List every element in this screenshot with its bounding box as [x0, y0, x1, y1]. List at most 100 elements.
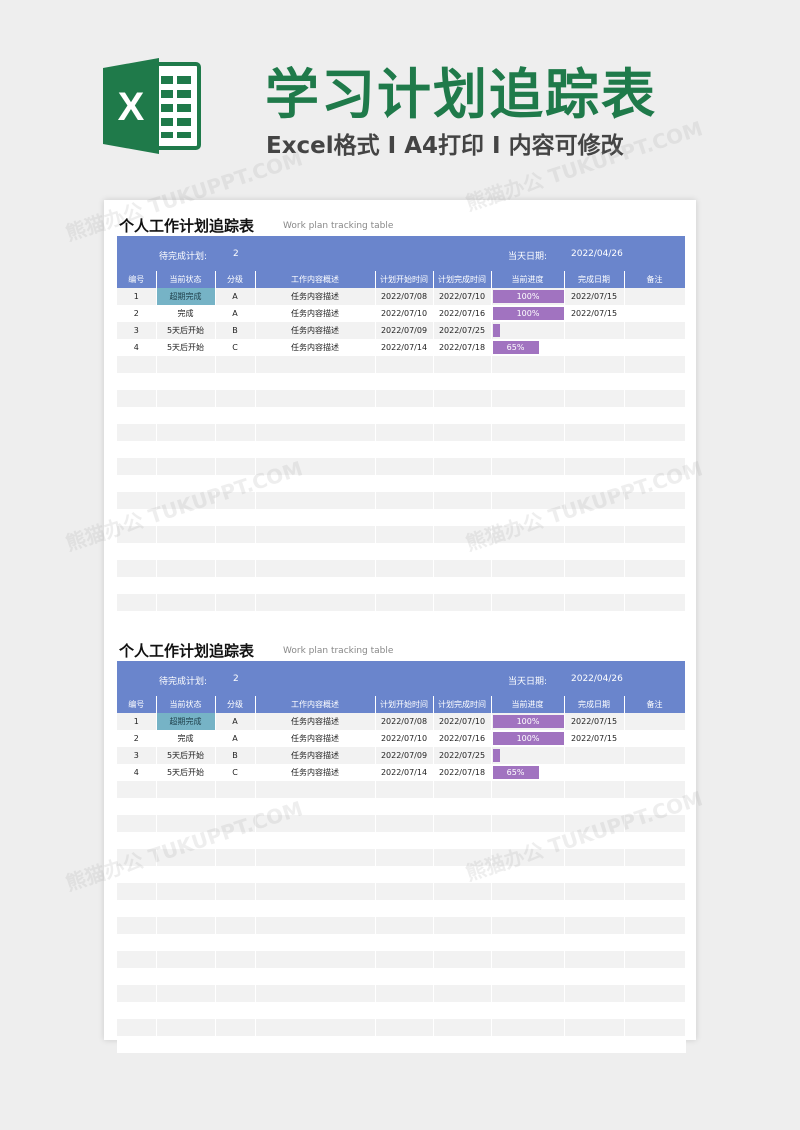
column-header[interactable]: 备注 [624, 696, 686, 713]
empty-cell[interactable] [433, 390, 492, 407]
empty-cell[interactable] [215, 475, 256, 492]
empty-cell[interactable] [433, 985, 492, 1002]
empty-cell[interactable] [215, 951, 256, 968]
empty-cell[interactable] [433, 849, 492, 866]
empty-cell[interactable] [375, 356, 434, 373]
cell-state[interactable]: 完成 [156, 305, 216, 322]
column-header[interactable]: 完成日期 [564, 696, 625, 713]
empty-cell[interactable] [156, 849, 216, 866]
empty-cell[interactable] [156, 509, 216, 526]
empty-cell[interactable] [156, 475, 216, 492]
empty-cell[interactable] [215, 441, 256, 458]
empty-cell[interactable] [215, 407, 256, 424]
empty-cell[interactable] [156, 424, 216, 441]
empty-cell[interactable] [491, 815, 565, 832]
empty-cell[interactable] [375, 577, 434, 594]
column-header[interactable]: 编号 [117, 271, 157, 288]
empty-cell[interactable] [375, 781, 434, 798]
cell-done[interactable] [564, 747, 625, 764]
empty-cell[interactable] [564, 781, 625, 798]
empty-cell[interactable] [433, 917, 492, 934]
cell-note[interactable] [624, 322, 686, 339]
empty-cell[interactable] [156, 526, 216, 543]
empty-cell[interactable] [433, 441, 492, 458]
empty-cell[interactable] [255, 492, 376, 509]
empty-cell[interactable] [156, 968, 216, 985]
empty-cell[interactable] [375, 373, 434, 390]
empty-cell[interactable] [255, 509, 376, 526]
empty-cell[interactable] [491, 917, 565, 934]
cell-done[interactable] [564, 339, 625, 356]
empty-cell[interactable] [624, 441, 686, 458]
empty-cell[interactable] [255, 543, 376, 560]
empty-cell[interactable] [117, 917, 157, 934]
cell-state[interactable]: 完成 [156, 730, 216, 747]
cell-end[interactable]: 2022/07/10 [433, 288, 492, 305]
empty-cell[interactable] [117, 1002, 157, 1019]
cell-start[interactable]: 2022/07/09 [375, 747, 434, 764]
empty-cell[interactable] [255, 1036, 376, 1053]
empty-cell[interactable] [564, 798, 625, 815]
empty-cell[interactable] [624, 1019, 686, 1036]
empty-cell[interactable] [375, 441, 434, 458]
empty-cell[interactable] [564, 594, 625, 611]
empty-cell[interactable] [564, 526, 625, 543]
empty-cell[interactable] [564, 424, 625, 441]
empty-cell[interactable] [491, 951, 565, 968]
cell-desc[interactable]: 任务内容描述 [255, 730, 376, 747]
empty-cell[interactable] [433, 577, 492, 594]
empty-cell[interactable] [433, 1019, 492, 1036]
empty-cell[interactable] [433, 866, 492, 883]
empty-cell[interactable] [375, 390, 434, 407]
empty-cell[interactable] [255, 781, 376, 798]
empty-cell[interactable] [156, 492, 216, 509]
cell-done[interactable] [564, 322, 625, 339]
empty-cell[interactable] [117, 458, 157, 475]
empty-cell[interactable] [156, 900, 216, 917]
cell-no[interactable]: 1 [117, 288, 157, 305]
empty-cell[interactable] [624, 407, 686, 424]
cell-progress[interactable]: 100% [491, 713, 565, 730]
cell-start[interactable]: 2022/07/08 [375, 288, 434, 305]
column-header[interactable]: 完成日期 [564, 271, 625, 288]
empty-cell[interactable] [215, 866, 256, 883]
empty-cell[interactable] [624, 781, 686, 798]
empty-cell[interactable] [215, 458, 256, 475]
empty-cell[interactable] [491, 798, 565, 815]
empty-cell[interactable] [375, 951, 434, 968]
empty-cell[interactable] [433, 815, 492, 832]
empty-cell[interactable] [375, 883, 434, 900]
empty-cell[interactable] [215, 543, 256, 560]
empty-cell[interactable] [255, 1019, 376, 1036]
empty-cell[interactable] [215, 390, 256, 407]
cell-progress[interactable] [491, 747, 565, 764]
empty-cell[interactable] [564, 458, 625, 475]
empty-cell[interactable] [255, 441, 376, 458]
empty-cell[interactable] [433, 781, 492, 798]
empty-cell[interactable] [564, 543, 625, 560]
empty-cell[interactable] [491, 577, 565, 594]
empty-cell[interactable] [255, 526, 376, 543]
empty-cell[interactable] [117, 832, 157, 849]
empty-cell[interactable] [156, 883, 216, 900]
empty-cell[interactable] [624, 543, 686, 560]
empty-cell[interactable] [491, 1002, 565, 1019]
empty-cell[interactable] [564, 1002, 625, 1019]
cell-progress[interactable]: 65% [491, 764, 565, 781]
cell-end[interactable]: 2022/07/25 [433, 747, 492, 764]
cell-end[interactable]: 2022/07/18 [433, 339, 492, 356]
empty-cell[interactable] [624, 866, 686, 883]
empty-cell[interactable] [564, 509, 625, 526]
empty-cell[interactable] [491, 543, 565, 560]
empty-cell[interactable] [255, 356, 376, 373]
cell-level[interactable]: A [215, 305, 256, 322]
empty-cell[interactable] [564, 475, 625, 492]
empty-cell[interactable] [255, 560, 376, 577]
empty-cell[interactable] [215, 560, 256, 577]
empty-cell[interactable] [215, 917, 256, 934]
empty-cell[interactable] [624, 390, 686, 407]
cell-start[interactable]: 2022/07/10 [375, 305, 434, 322]
empty-cell[interactable] [624, 883, 686, 900]
empty-cell[interactable] [255, 475, 376, 492]
cell-level[interactable]: B [215, 747, 256, 764]
